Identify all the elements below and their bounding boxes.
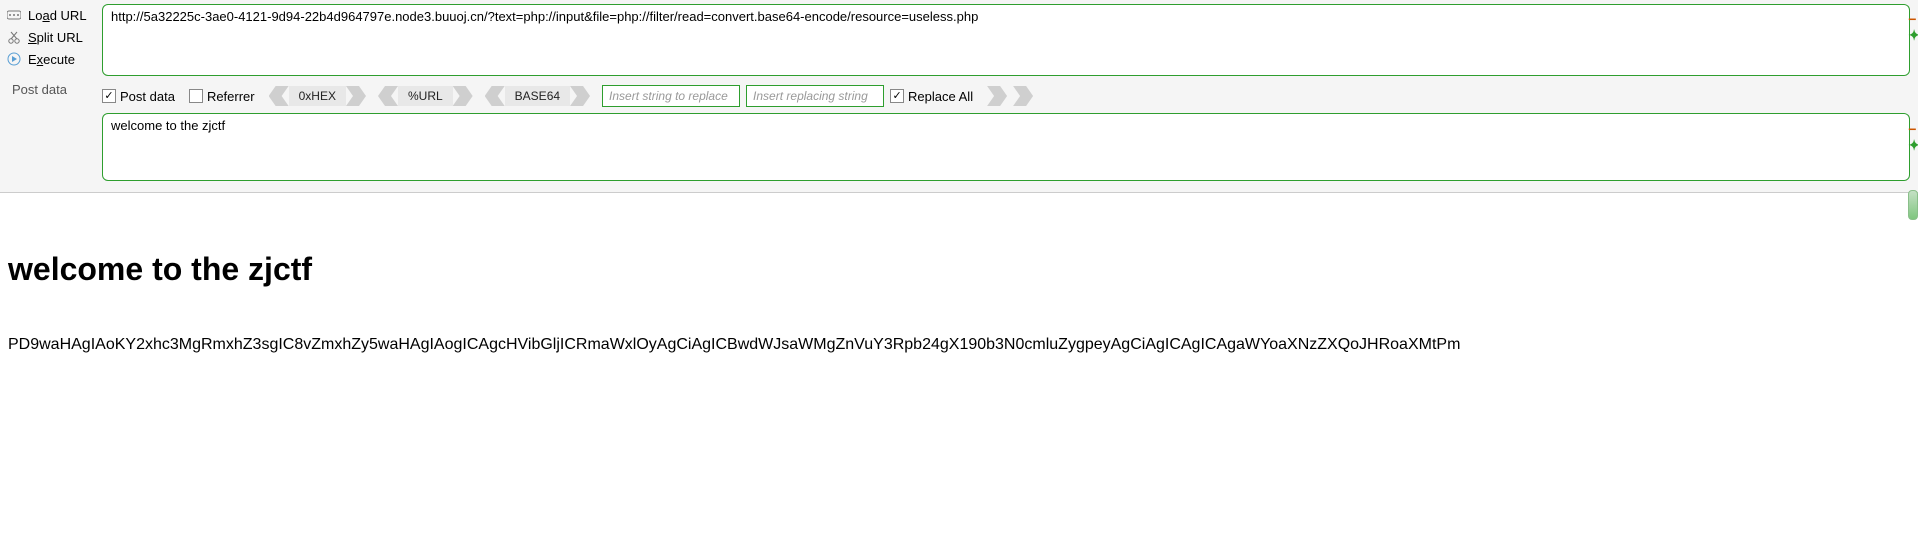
post-data-input[interactable] [102,113,1910,181]
options-row: Post data Referrer 0xHEX %URL BASE64 [102,79,1910,113]
execute-button[interactable]: Execute [6,48,92,70]
grow-post-icon[interactable]: ✦ [1908,138,1918,152]
grow-url-icon[interactable]: ✦ [1908,28,1918,42]
replace-forward-button[interactable] [987,86,1007,106]
sidebar: Load URL Split URL Execute Post data [0,0,98,192]
chevron-right-icon [1013,86,1033,106]
chevron-right-icon [570,86,590,106]
hex-label: 0xHEX [289,86,346,106]
replace-forward-alt-button[interactable] [1013,86,1033,106]
chevron-left-icon [378,86,398,106]
scrollbar-thumb[interactable] [1908,190,1918,220]
post-resize-handles: − ✦ [1908,122,1918,152]
checkbox-icon [102,89,116,103]
load-url-label: Load URL [28,8,87,23]
load-url-button[interactable]: Load URL [6,4,92,26]
execute-label: Execute [28,52,75,67]
shrink-post-icon[interactable]: − [1908,122,1918,136]
chevron-left-icon [269,86,289,106]
page-title: welcome to the zjctf [8,251,1910,288]
replace-all-label: Replace All [908,89,973,104]
post-data-checkbox-label: Post data [120,89,175,104]
url-input[interactable] [102,4,1910,76]
base64-label: BASE64 [505,86,570,106]
response-body: welcome to the zjctf PD9waHAgIAoKY2xhc3M… [0,193,1918,372]
chevron-right-icon [346,86,366,106]
url-resize-handles: − ✦ [1908,12,1918,42]
page-body-text: PD9waHAgIAoKY2xhc3MgRmxhZ3sgIC8vZmxhZy5w… [8,336,1910,354]
post-data-checkbox[interactable]: Post data [102,89,175,104]
urlencode-button[interactable]: %URL [378,86,473,106]
base64-button[interactable]: BASE64 [485,86,590,106]
split-url-label: Split URL [28,30,83,45]
replace-all-checkbox[interactable]: Replace All [890,89,973,104]
urlencode-label: %URL [398,86,453,106]
chevron-right-icon [987,86,1007,106]
split-url-button[interactable]: Split URL [6,26,92,48]
referrer-checkbox[interactable]: Referrer [189,89,255,104]
chevron-right-icon [453,86,473,106]
hex-encode-button[interactable]: 0xHEX [269,86,366,106]
referrer-checkbox-label: Referrer [207,89,255,104]
post-data-section-label: Post data [6,70,92,101]
checkbox-icon [890,89,904,103]
checkbox-icon [189,89,203,103]
execute-icon [6,51,22,67]
replace-from-input[interactable] [602,85,740,107]
split-url-icon [6,29,22,45]
main-panel: Post data Referrer 0xHEX %URL BASE64 [98,0,1918,192]
chevron-left-icon [485,86,505,106]
replace-to-input[interactable] [746,85,884,107]
shrink-url-icon[interactable]: − [1908,12,1918,26]
load-url-icon [6,7,22,23]
